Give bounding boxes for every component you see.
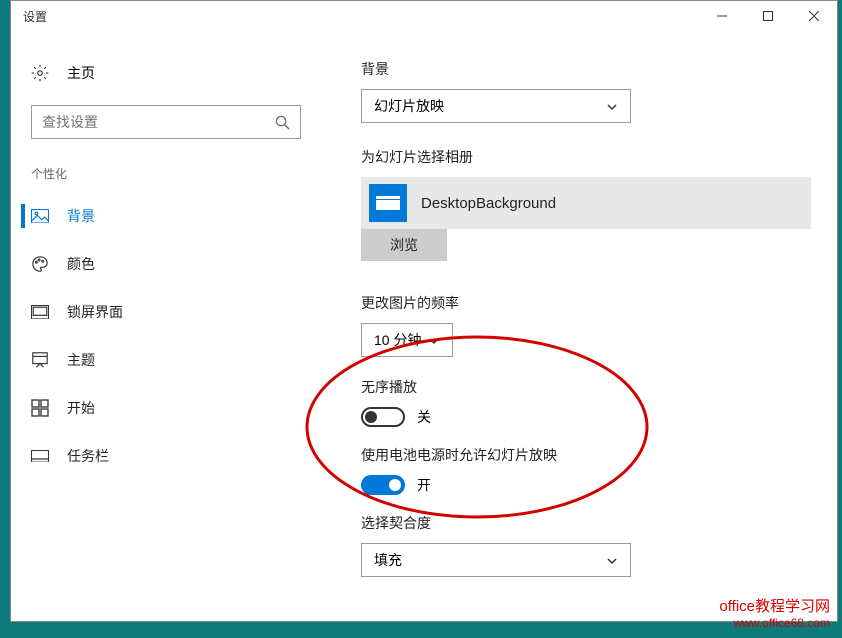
lockscreen-icon [31,303,49,321]
chevron-down-icon [606,554,618,566]
titlebar: 设置 [11,1,837,31]
sidebar-item-colors[interactable]: 颜色 [11,240,321,288]
album-row[interactable]: DesktopBackground [361,177,811,229]
chevron-down-icon [428,334,440,346]
battery-label: 使用电池电源时允许幻灯片放映 [361,445,797,465]
nav-label: 颜色 [67,254,95,274]
fit-dropdown[interactable]: 填充 [361,543,631,577]
dropdown-value: 幻灯片放映 [374,96,444,116]
search-input[interactable] [42,114,275,130]
battery-state: 开 [417,475,431,495]
battery-toggle-row: 开 [361,475,797,495]
chevron-down-icon [606,100,618,112]
maximize-icon [763,11,773,21]
album-label: 为幻灯片选择相册 [361,147,797,167]
watermark-line2: www.office68.com [719,616,830,632]
folder-tile-icon [369,184,407,222]
background-label: 背景 [361,59,797,79]
start-icon [31,399,49,417]
sidebar-item-themes[interactable]: 主题 [11,336,321,384]
nav-label: 锁屏界面 [67,302,123,322]
picture-icon [31,207,49,225]
nav-label: 任务栏 [67,446,109,466]
sidebar-item-taskbar[interactable]: 任务栏 [11,432,321,480]
sidebar: 主页 个性化 背景 颜色 [11,31,321,621]
maximize-button[interactable] [745,1,791,31]
nav-label: 开始 [67,398,95,418]
minimize-button[interactable] [699,1,745,31]
fit-label: 选择契合度 [361,513,797,533]
home-label: 主页 [67,63,95,83]
theme-icon [31,351,49,369]
shuffle-toggle[interactable] [361,407,405,427]
watermark-line1: office教程学习网 [719,597,830,617]
dropdown-value: 填充 [374,550,402,570]
shuffle-state: 关 [417,407,431,427]
window-title: 设置 [23,8,699,25]
sidebar-item-lockscreen[interactable]: 锁屏界面 [11,288,321,336]
sidebar-item-background[interactable]: 背景 [11,192,321,240]
gear-icon [31,64,49,82]
nav-label: 主题 [67,350,95,370]
minimize-icon [717,11,727,21]
sidebar-item-start[interactable]: 开始 [11,384,321,432]
home-button[interactable]: 主页 [11,55,321,91]
shuffle-toggle-row: 关 [361,407,797,427]
palette-icon [31,255,49,273]
battery-toggle[interactable] [361,475,405,495]
close-button[interactable] [791,1,837,31]
watermark: office教程学习网 www.office68.com [719,597,830,632]
search-icon [275,115,290,130]
section-label: 个性化 [11,157,321,192]
dropdown-value: 10 分钟 [374,330,421,350]
taskbar-icon [31,447,49,465]
frequency-label: 更改图片的频率 [361,293,797,313]
nav-label: 背景 [67,206,95,226]
frequency-dropdown[interactable]: 10 分钟 [361,323,453,357]
search-box[interactable] [31,105,301,139]
close-icon [809,11,819,21]
content-area: 背景 幻灯片放映 为幻灯片选择相册 DesktopBackground 浏览 更… [321,31,837,621]
settings-window: 设置 主页 [10,0,838,622]
album-name: DesktopBackground [421,195,556,212]
browse-button[interactable]: 浏览 [361,229,447,261]
window-body: 主页 个性化 背景 颜色 [11,31,837,621]
shuffle-label: 无序播放 [361,377,797,397]
background-dropdown[interactable]: 幻灯片放映 [361,89,631,123]
